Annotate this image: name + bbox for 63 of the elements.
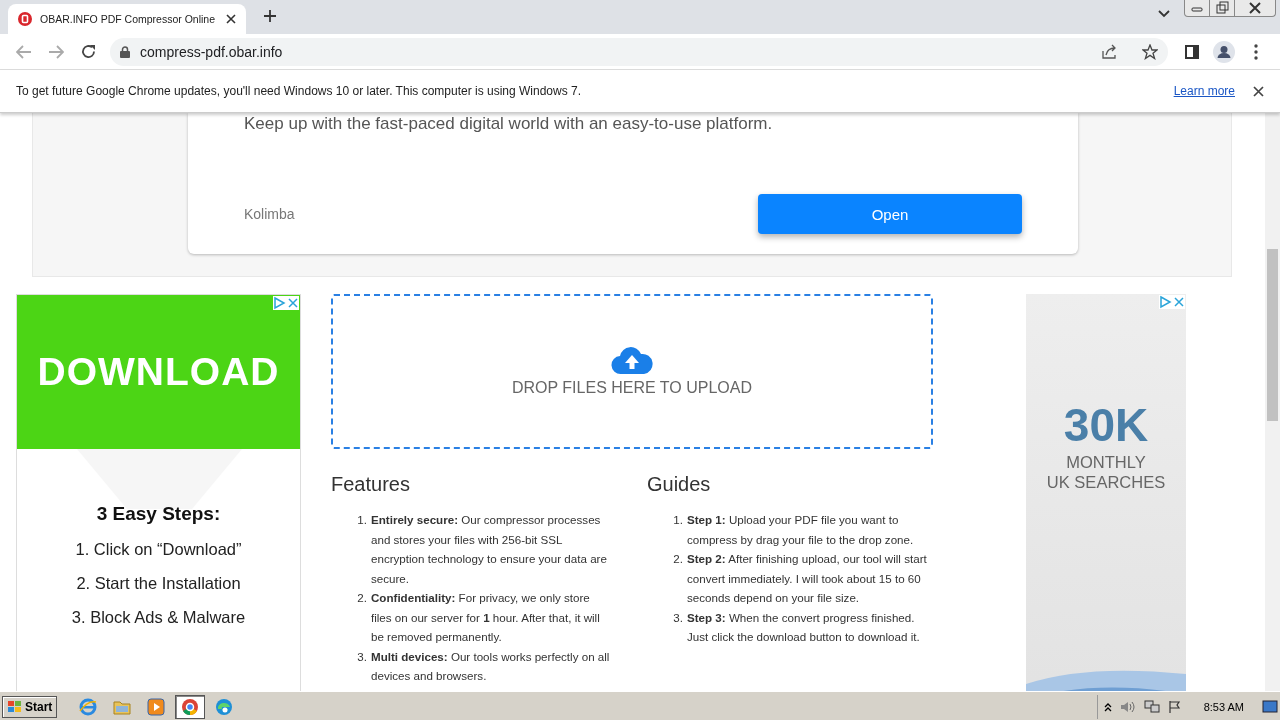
chevron-up-icon[interactable] (1103, 701, 1112, 712)
clock: 8:53 AM (1203, 700, 1244, 713)
caret-icon[interactable] (1158, 10, 1170, 18)
list-number: 1. (356, 512, 368, 528)
new-tab-icon[interactable] (263, 9, 277, 23)
ad-choices-icon[interactable] (273, 296, 299, 310)
flag-icon[interactable] (1167, 699, 1182, 714)
update-message: To get future Google Chrome updates, you'll need Windows 10 or later. This computer is using Windows 7. (16, 84, 583, 98)
list-number: 3. (356, 648, 368, 665)
lock-icon (120, 45, 130, 58)
windows-logo-icon (7, 699, 23, 714)
reload-icon[interactable] (80, 44, 96, 59)
list-number: 1. (672, 512, 684, 528)
ad-choices-icon[interactable] (1159, 295, 1185, 309)
browser-e-icon (79, 697, 98, 716)
share-icon[interactable] (1102, 44, 1118, 59)
ad-text: UK SEARCHES (1046, 472, 1166, 492)
ad-tagline: Keep up with the fast-paced digital world with an easy-to-use platform. (244, 113, 774, 135)
steps-title: 3 Easy Steps: (96, 503, 221, 525)
star-icon[interactable] (1142, 43, 1158, 60)
close-icon[interactable] (226, 14, 236, 24)
ad-banner[interactable]: 30K MONTHLY UK SEARCHES (1026, 294, 1186, 691)
list-text: Multi devices: Our tools works perfectly on all devices and browsers. (371, 648, 611, 684)
list-text: Step 2: After finishing upload, our tool will start convert immediately. I will took about 15 to 60 seconds depend on your file size. (687, 551, 928, 606)
close-icon[interactable] (1253, 85, 1264, 97)
list-number: 3. (672, 609, 684, 626)
advertiser-name: Kolimba (244, 206, 295, 222)
folder-icon (113, 698, 132, 715)
profile-icon[interactable] (1213, 40, 1235, 63)
browser-tab[interactable]: OBAR.INFO PDF Compressor Online (8, 4, 246, 34)
media-player-icon (147, 697, 166, 716)
start-button[interactable]: Start (2, 695, 58, 718)
speaker-icon[interactable] (1119, 699, 1136, 714)
list-number: 2. (672, 551, 684, 567)
ad-figure: 30K (1063, 398, 1149, 452)
address-bar[interactable]: compress-pdf.obar.info (110, 37, 1168, 66)
show-desktop-icon[interactable] (1262, 699, 1278, 714)
ad-step: 3. Block Ads & Malware (71, 608, 246, 627)
ad-step: 2. Start the Installation (76, 574, 241, 593)
ad-step: 1. Click on “Download” (75, 540, 242, 559)
ad-text: MONTHLY (1066, 452, 1146, 472)
section-heading: Features (331, 473, 411, 496)
scrollbar[interactable] (1265, 113, 1280, 691)
site-icon (18, 12, 32, 26)
network-icon[interactable] (1143, 699, 1160, 714)
ad-banner[interactable]: DOWNLOAD 3 Easy Steps: 1. Click on “Download” 2. Start the Installation 3. Block Ads & Malware (16, 294, 301, 691)
side-panel-icon[interactable] (1185, 44, 1199, 59)
chrome-icon (181, 697, 200, 716)
restore-icon[interactable] (1209, 0, 1235, 16)
open-button[interactable]: Open (758, 194, 1022, 234)
cloud-upload-icon (611, 346, 653, 375)
upload-drop-zone[interactable]: DROP FILES HERE TO UPLOAD (331, 294, 933, 449)
list-text: Confidentiality: For privacy, we only store files on our server for 1 hour. After that, it will be removed permanently. (371, 590, 601, 645)
learn-more-link[interactable]: Learn more (1173, 84, 1235, 98)
menu-icon[interactable] (1254, 43, 1258, 60)
list-text: Step 1: Upload your PDF file you want to compress by drag your file to the drop zone. (687, 512, 915, 548)
section-heading: Guides (647, 473, 712, 496)
list-number: 2. (356, 590, 368, 606)
ad-headline: DOWNLOAD (37, 350, 280, 394)
edge-icon (215, 697, 234, 716)
taskbar-app[interactable] (175, 694, 206, 719)
list-text: Step 3: When the convert progress finished. Just click the download button to download it. (687, 609, 921, 645)
list-text: Entirely secure: Our compressor processes and stores your files with 256-bit SSL encryption technology to ensure your data are secure. (371, 512, 608, 587)
